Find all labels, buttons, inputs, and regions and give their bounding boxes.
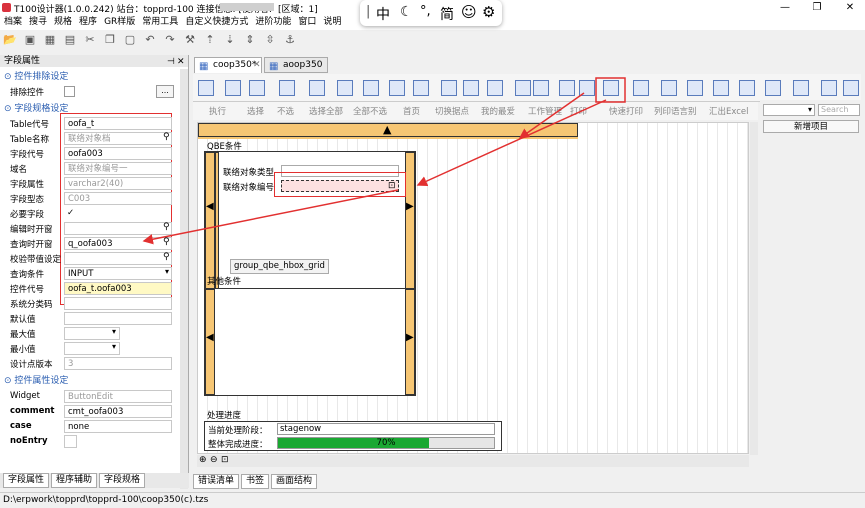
tab-error-list[interactable]: 错误清单 [193,474,240,489]
status-bar: D:\erpwork\topprd\topprd-100\coop350(c).… [0,492,865,508]
tab-bookmarks[interactable]: 书签 [241,474,270,489]
bottom-tabs: 错误清单 书签 画面结构 [193,474,493,489]
annotation-arrows [142,77,626,245]
tab-screen-structure[interactable]: 画面结构 [271,474,318,489]
